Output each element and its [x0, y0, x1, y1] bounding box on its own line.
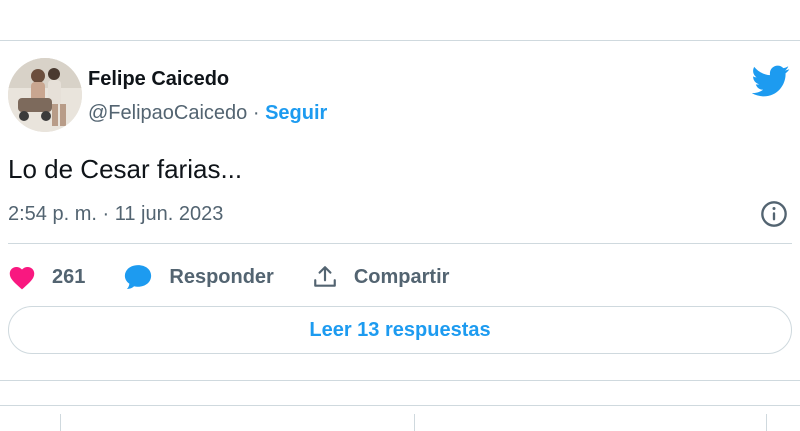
tweet-text: Lo de Cesar farias...: [8, 154, 243, 184]
share-label: Compartir: [353, 265, 450, 288]
tweet-timestamp[interactable]: 2:54 p. m. · 11 jun. 2023: [8, 203, 223, 226]
next-card-top-border: [0, 405, 800, 406]
author-name[interactable]: Felipe Caicedo: [88, 68, 229, 91]
section-divider: [0, 380, 800, 381]
like-button[interactable]: 261: [8, 264, 85, 290]
share-button[interactable]: Compartir: [312, 264, 450, 290]
author-handle-line: @FelipaoCaicedo · Seguir: [88, 102, 327, 125]
speech-bubble-icon: [125, 265, 152, 289]
top-divider: [0, 40, 800, 41]
info-icon[interactable]: [760, 200, 788, 228]
reply-label: Responder: [169, 265, 274, 288]
like-count: 261: [52, 265, 86, 288]
author-handle[interactable]: @FelipaoCaicedo: [88, 102, 247, 124]
twitter-bird-icon[interactable]: [752, 62, 790, 100]
actions-divider: [8, 243, 792, 244]
reply-button[interactable]: Responder: [123, 263, 274, 291]
follow-button[interactable]: Seguir: [265, 102, 327, 124]
tweet-actions: 261 Responder Compartir: [8, 260, 487, 294]
avatar[interactable]: [8, 58, 82, 132]
column-divider: [60, 414, 61, 431]
share-upload-icon: [314, 266, 336, 287]
read-replies-button[interactable]: Leer 13 respuestas: [8, 306, 792, 354]
heart-icon: [9, 266, 35, 290]
column-divider: [766, 414, 767, 431]
handle-separator: ·: [247, 102, 266, 124]
column-divider: [414, 414, 415, 431]
